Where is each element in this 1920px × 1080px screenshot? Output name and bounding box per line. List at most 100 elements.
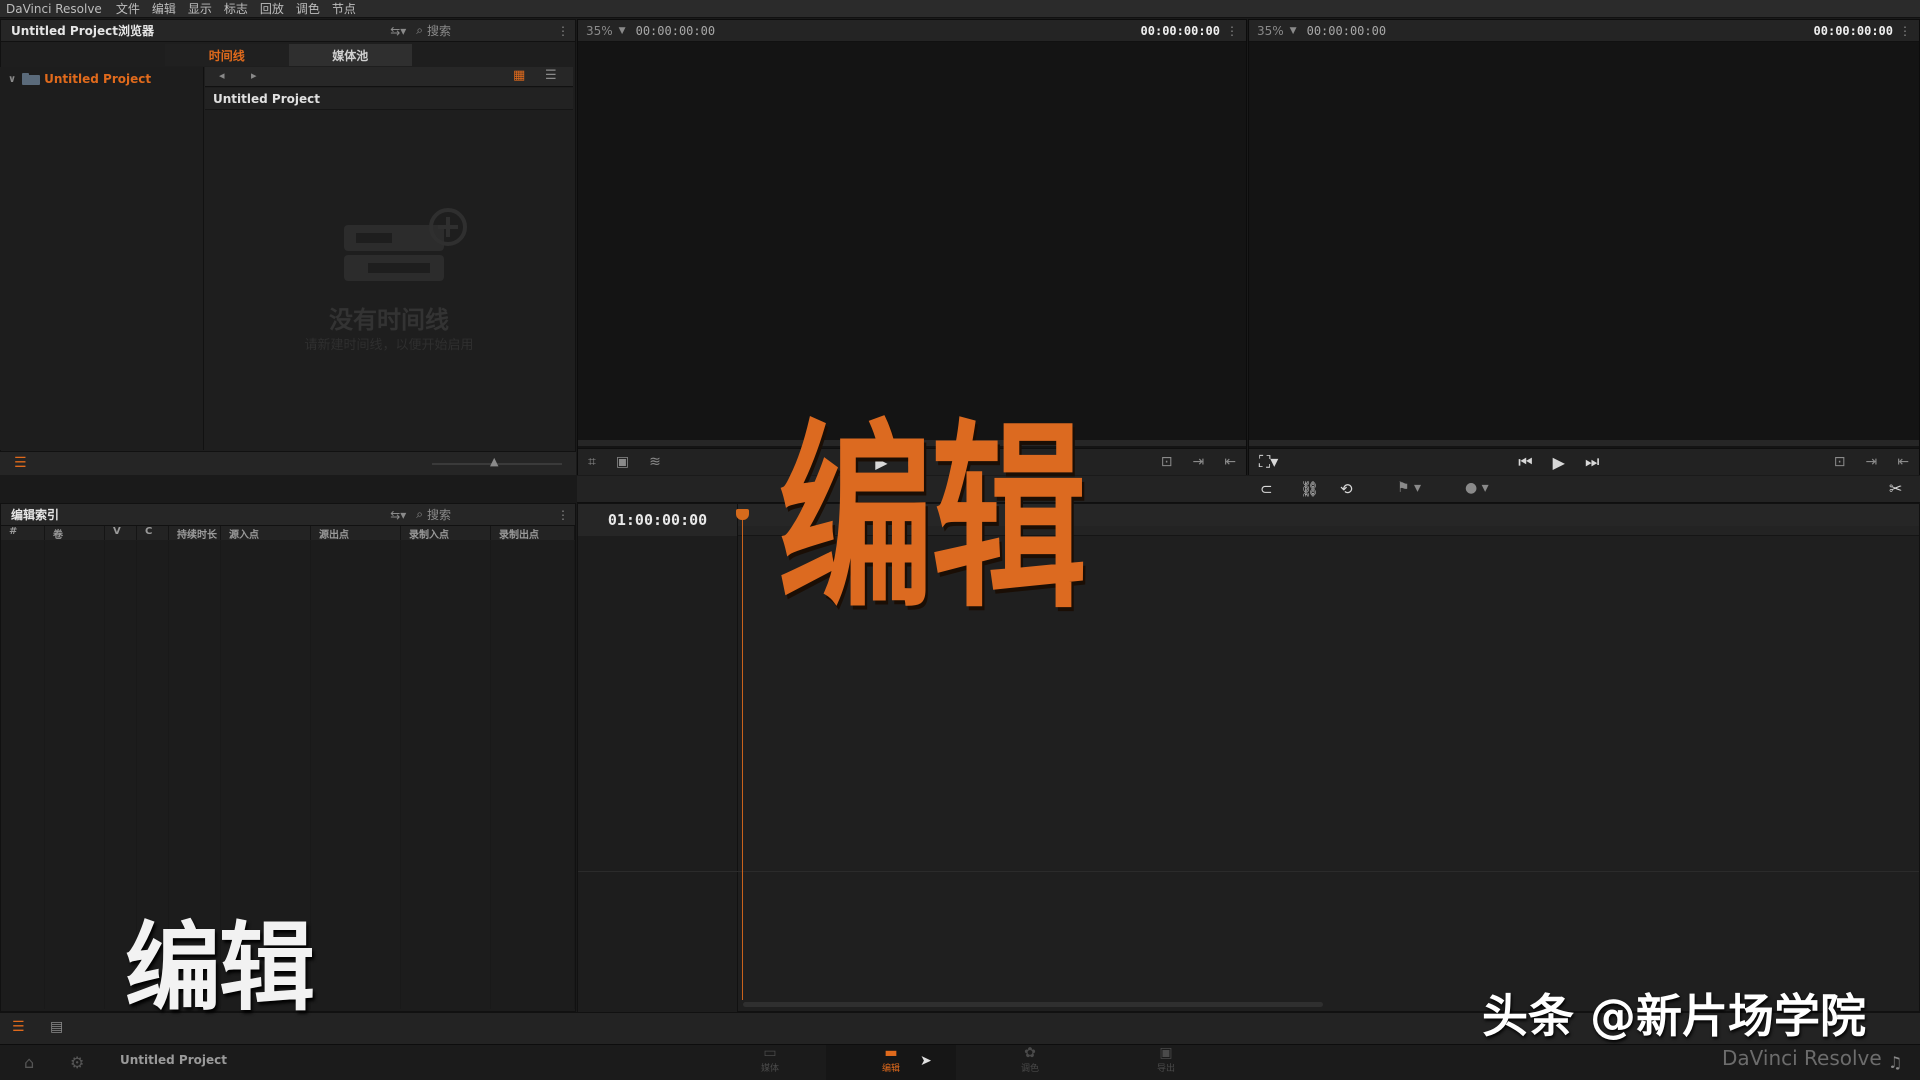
column-header[interactable]: # [1, 526, 45, 540]
timeline-scrollbar[interactable] [743, 1002, 1323, 1007]
zoom-dropdown-icon[interactable]: ▼ [619, 26, 626, 36]
browser-sort-icon[interactable]: ⇆▾ [390, 24, 406, 38]
column-header[interactable]: 持续时长 [169, 526, 221, 541]
more-options-icon[interactable]: ⋮ [557, 508, 569, 522]
page-color-button[interactable]: ✿ 调色 [1000, 1045, 1060, 1080]
folder-icon [22, 73, 41, 85]
list-toggle-icon[interactable]: ☰ [12, 1019, 25, 1035]
toolbox-icon[interactable]: ▤ [50, 1019, 63, 1035]
edit-page-icon: ▬ [884, 1045, 898, 1061]
footer-project-name: Untitled Project [120, 1053, 227, 1067]
record-timecode-duration: 00:00:00:00 [1306, 23, 1387, 38]
tree-item-label: Untitled Project [44, 72, 152, 86]
grid-view-icon[interactable]: ▦ [513, 68, 525, 83]
gear-icon[interactable]: ⚙ [70, 1053, 84, 1072]
skip-back-icon[interactable]: ⏮ [1518, 452, 1532, 472]
match-frame-icon[interactable]: ⊡ [1834, 454, 1846, 470]
marker-icon[interactable]: ● ▾ [1465, 480, 1489, 496]
viewer-mode-icon[interactable]: ⛶▾ [1259, 452, 1278, 472]
page-bar: ⌂ ⚙ ▭ 媒体 ▬ 编辑 ➤ ✿ 调色 ▣ 导出 ♫ [0, 1044, 1920, 1080]
page-edit-button[interactable]: ▬ 编辑 [826, 1045, 956, 1080]
zoom-dropdown-icon[interactable]: ▼ [1290, 26, 1297, 36]
overlay-title-large: 编辑 [778, 403, 1087, 636]
edit-index-search-input[interactable]: 搜索 [427, 506, 557, 523]
timeline-viewer-header: 35% ▼ 00:00:00:00 00:00:00:00 ⋮ [1249, 20, 1919, 42]
column-header[interactable]: 卷 [45, 526, 105, 541]
list-toggle-icon[interactable]: ☰ [14, 455, 27, 471]
menu-bar: DaVinci Resolve 文件 编辑 显示 标志 回放 调色 节点 [0, 0, 1920, 18]
column-header[interactable]: C [137, 526, 169, 540]
column-header[interactable]: V [105, 526, 137, 540]
empty-state-title: 没有时间线 [329, 306, 449, 334]
source-zoom[interactable]: 35% [586, 24, 613, 38]
flag-icon[interactable]: ⚑ ▾ [1397, 480, 1421, 496]
overlay-title-small: 编辑 [125, 912, 315, 1024]
mark-in-icon[interactable]: ⇥ [1866, 454, 1878, 470]
mark-out-icon[interactable]: ⇤ [1897, 454, 1909, 470]
bin-toolbar: ◂ ▸ ▦ ☰ [205, 67, 573, 87]
settings-icon[interactable]: ✂ [1889, 479, 1902, 498]
tab-media-pool[interactable]: 媒体池 [288, 44, 412, 66]
playhead[interactable] [742, 510, 743, 1000]
film-icon[interactable]: ▣ [616, 454, 629, 470]
empty-timeline-icon [344, 208, 467, 281]
more-options-icon[interactable]: ⋮ [1899, 24, 1911, 38]
back-arrow-icon[interactable]: ◂ [219, 69, 225, 82]
menu-file[interactable]: 文件 [110, 0, 146, 17]
link-icon[interactable]: ⛓ [1300, 480, 1319, 498]
match-frame-icon[interactable]: ⊡ [1161, 454, 1173, 470]
menu-mark[interactable]: 标志 [218, 0, 254, 17]
page-deliver-button[interactable]: ▣ 导出 [1136, 1045, 1196, 1080]
timeline-viewer: 35% ▼ 00:00:00:00 00:00:00:00 ⋮ ⛶▾ ⏮ ▶ ⏭… [1248, 19, 1920, 475]
edit-index-columns: # 卷 V C 持续时长 源入点 源出点 录制入点 录制出点 [1, 526, 575, 541]
watermark-subtitle: DaVinci Resolve [1722, 1046, 1882, 1070]
slider-handle-icon[interactable]: ▲ [490, 455, 498, 468]
browser-search-input[interactable]: 搜索 [427, 22, 557, 39]
column-header[interactable]: 录制入点 [401, 526, 491, 541]
loop-icon[interactable]: ⟲ [1340, 480, 1353, 498]
tree-item-project[interactable]: ∨ Untitled Project [8, 71, 151, 87]
more-options-icon[interactable]: ⋮ [557, 24, 569, 38]
menu-nodes[interactable]: 节点 [326, 0, 362, 17]
mark-out-icon[interactable]: ⇤ [1224, 454, 1236, 470]
tab-timelines[interactable]: 时间线 [165, 44, 289, 66]
empty-state-hint: 请新建时间线，以便开始启用 [304, 338, 474, 353]
record-scrubber[interactable] [1249, 440, 1919, 446]
chevron-down-icon[interactable]: ∨ [8, 74, 16, 85]
play-icon[interactable]: ▶ [1553, 453, 1565, 472]
home-icon[interactable]: ⌂ [24, 1053, 34, 1072]
menu-color[interactable]: 调色 [290, 0, 326, 17]
safe-area-icon[interactable]: ⌗ [588, 454, 596, 470]
audio-waveform-icon[interactable]: ≋ [649, 454, 661, 470]
sort-icon[interactable]: ⇆▾ [390, 508, 406, 522]
column-header[interactable]: 录制出点 [491, 526, 575, 541]
record-timecode: 00:00:00:00 [1813, 23, 1893, 38]
video-audio-divider [578, 871, 1919, 872]
watermark: 头条 @新片场学院 [1482, 989, 1867, 1043]
menu-edit[interactable]: 编辑 [146, 0, 182, 17]
browser-tabs: 时间线 媒体池 [165, 44, 412, 66]
timeline-timecode: 01:00:00:00 [578, 504, 738, 536]
snapping-icon[interactable]: ⊂ [1260, 480, 1273, 498]
page-deliver-label: 导出 [1156, 1064, 1175, 1074]
mark-in-icon[interactable]: ⇥ [1193, 454, 1205, 470]
list-view-icon[interactable]: ☰ [545, 68, 557, 83]
forward-arrow-icon[interactable]: ▸ [251, 69, 257, 82]
deliver-page-icon: ▣ [1159, 1045, 1173, 1061]
skip-forward-icon[interactable]: ⏭ [1585, 452, 1599, 472]
edit-index-header: 编辑索引 ⇆▾ ⌕ 搜索 ⋮ [1, 504, 575, 526]
playhead-handle[interactable] [736, 509, 749, 520]
page-media-button[interactable]: ▭ 媒体 [740, 1045, 800, 1080]
column-header[interactable]: 源入点 [221, 526, 311, 541]
more-options-icon[interactable]: ⋮ [1226, 24, 1238, 38]
page-edit-label: 编辑 [881, 1064, 900, 1074]
menu-view[interactable]: 显示 [182, 0, 218, 17]
column-header[interactable]: 源出点 [311, 526, 401, 541]
record-zoom[interactable]: 35% [1257, 24, 1284, 38]
record-transport-controls: ⛶▾ ⏮ ▶ ⏭ ⊡ ⇥ ⇤ [1249, 448, 1919, 475]
app-name: DaVinci Resolve [6, 1, 102, 16]
mouse-cursor-icon: ➤ [920, 1053, 932, 1069]
music-note-icon: ♫ [1888, 1053, 1903, 1072]
menu-playback[interactable]: 回放 [254, 0, 290, 17]
media-page-icon: ▭ [763, 1045, 777, 1061]
